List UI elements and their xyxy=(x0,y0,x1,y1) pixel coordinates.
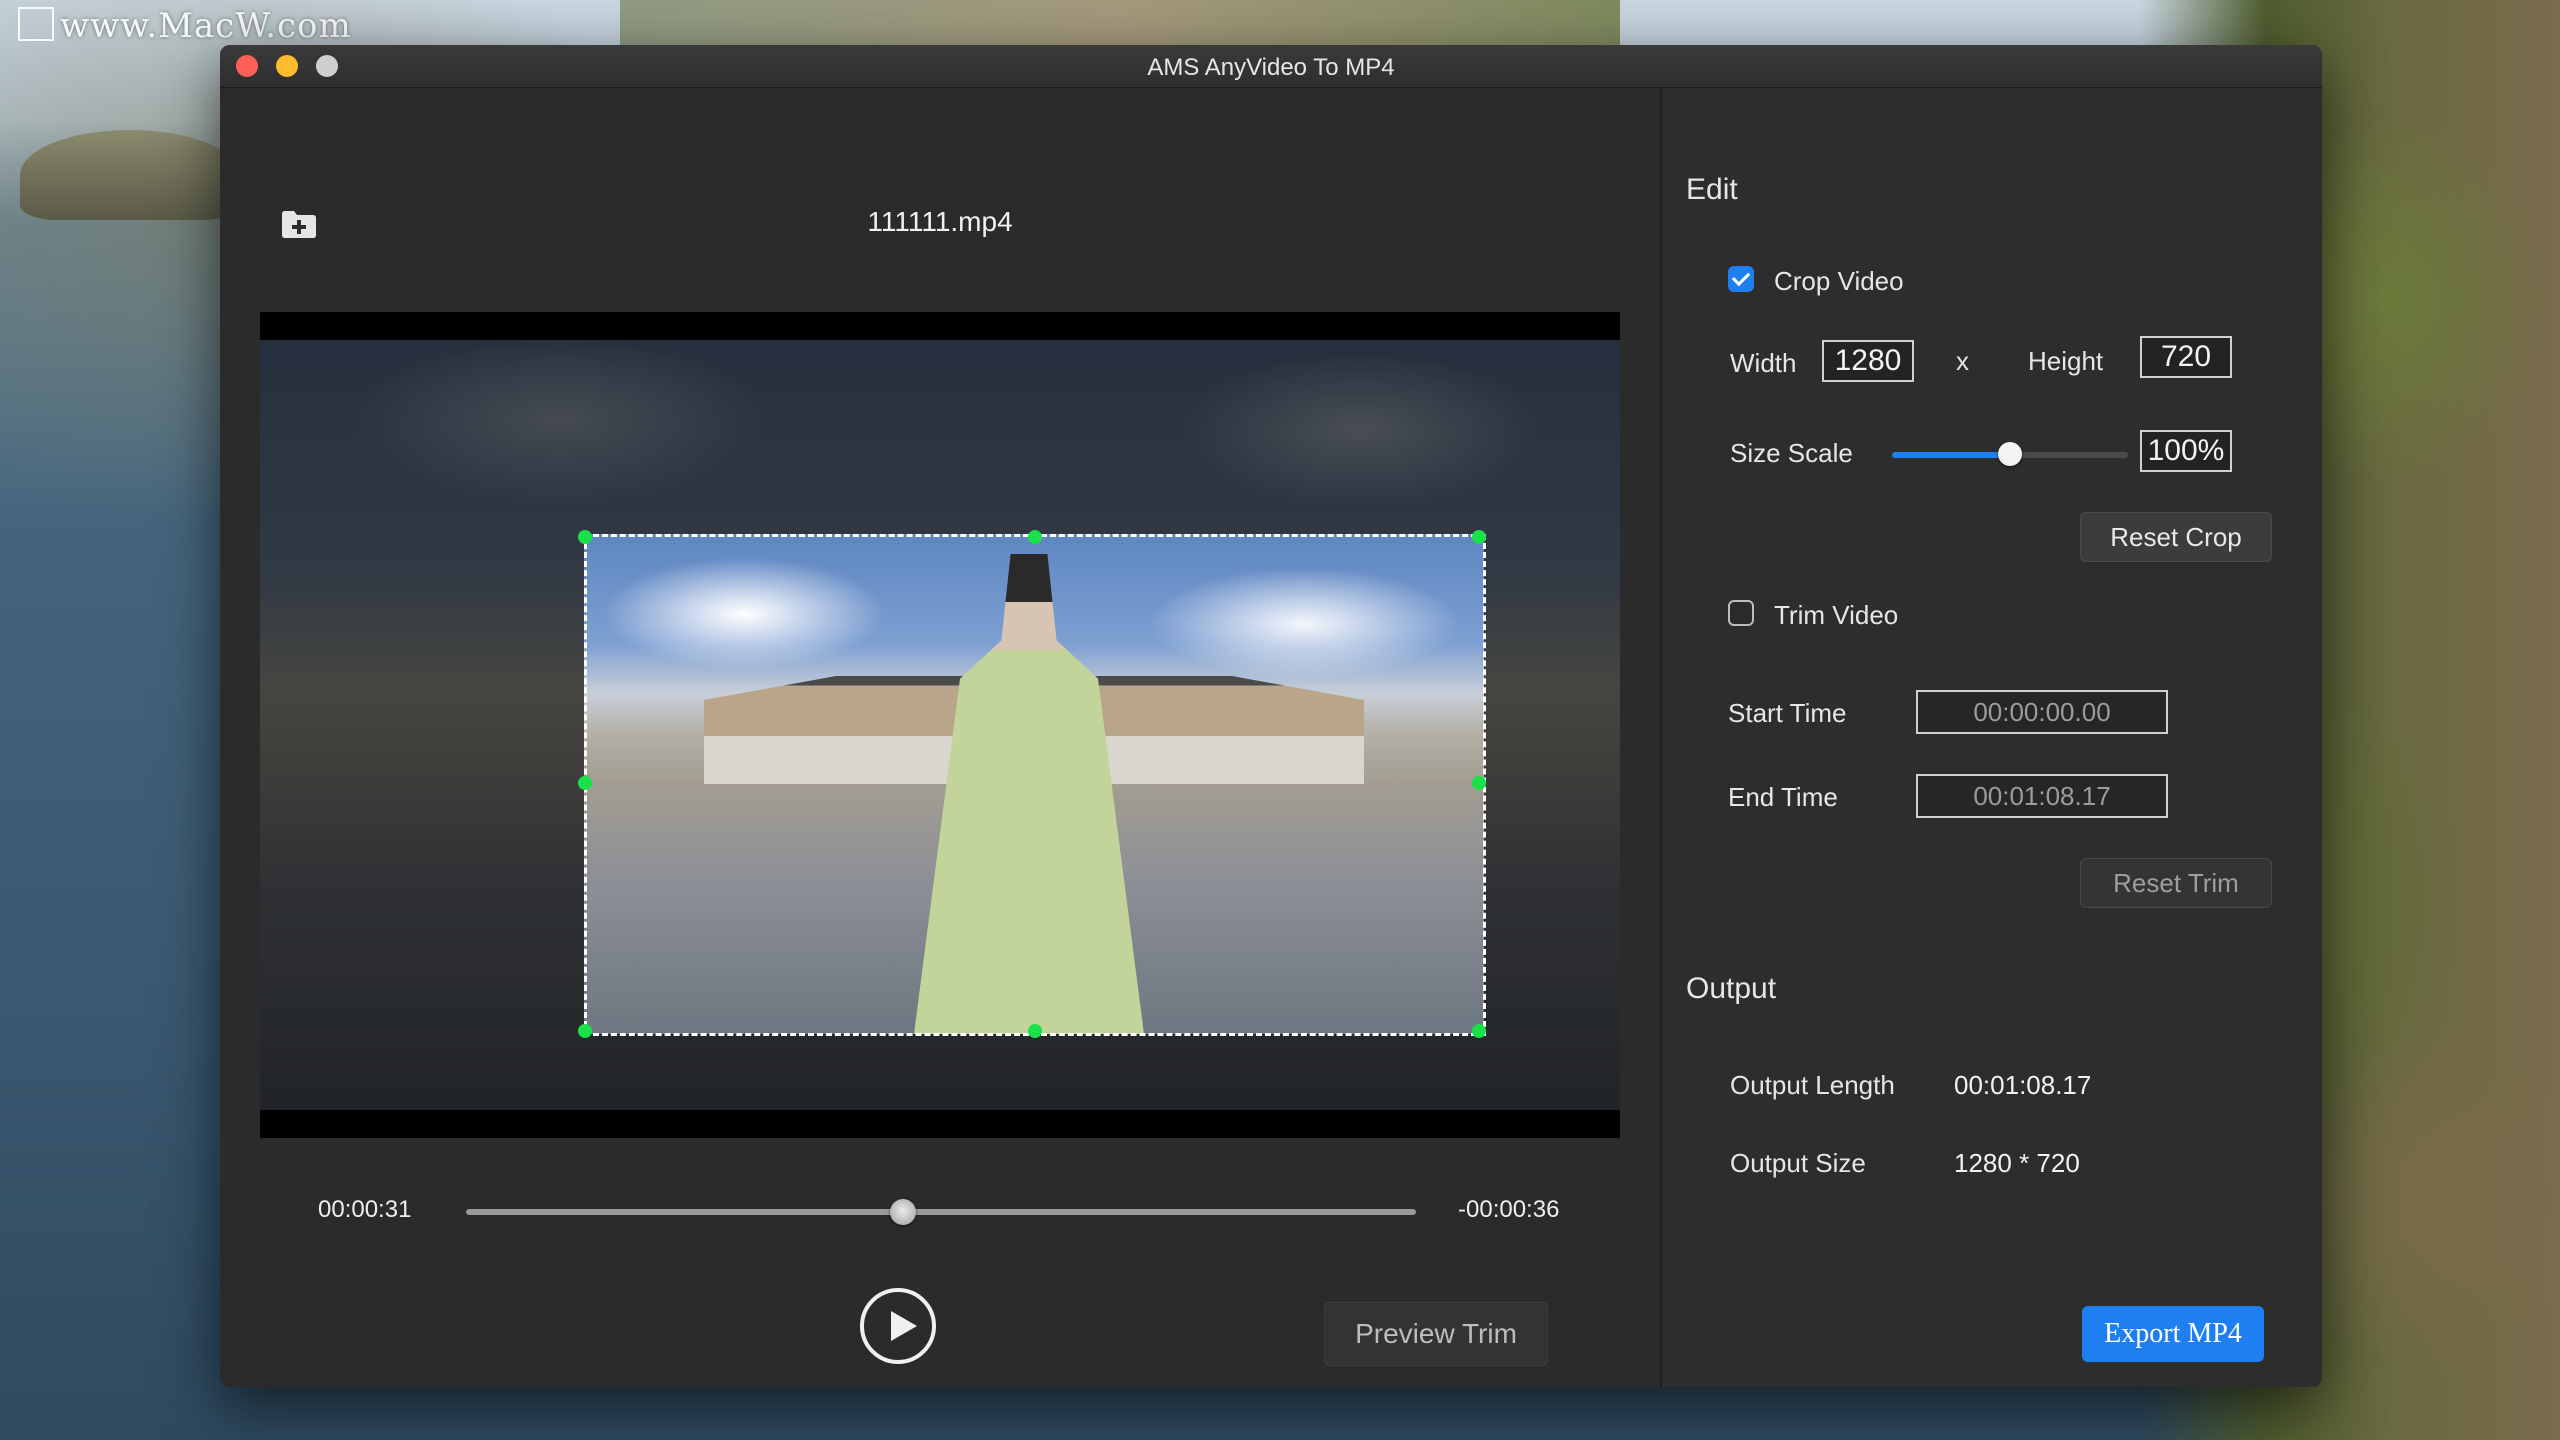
output-title: Output xyxy=(1686,972,1777,1005)
crop-handle-bottom-left[interactable] xyxy=(578,1024,592,1038)
height-label: Height xyxy=(2028,346,2104,376)
start-time-input[interactable]: 00:00:00.00 xyxy=(1916,690,2168,734)
crop-handle-top-left[interactable] xyxy=(578,530,592,544)
crop-handle-bottom-middle[interactable] xyxy=(1028,1024,1042,1038)
edit-title: Edit xyxy=(1686,173,1738,206)
crop-handle-bottom-right[interactable] xyxy=(1472,1024,1486,1038)
crop-selection-border[interactable] xyxy=(584,534,1486,1036)
crop-handle-middle-left[interactable] xyxy=(578,776,592,790)
end-time-input[interactable]: 00:01:08.17 xyxy=(1916,774,2168,818)
end-time-label: End Time xyxy=(1728,782,1838,812)
file-name: 111111.mp4 xyxy=(867,206,1013,237)
crop-handle-top-right[interactable] xyxy=(1472,530,1486,544)
size-scale-knob[interactable] xyxy=(1998,442,2022,466)
title-bar[interactable]: AMS AnyVideo To MP4 xyxy=(220,45,2322,88)
video-frame xyxy=(260,340,1620,1110)
edit-panel: Edit Crop Video Width 1280 x Height 720 … xyxy=(1662,88,2322,1387)
crop-video-label: Crop Video xyxy=(1774,266,1904,296)
crop-handle-top-middle[interactable] xyxy=(1028,530,1042,544)
size-scale-slider[interactable] xyxy=(1892,442,2128,466)
size-scale-label: Size Scale xyxy=(1730,438,1853,468)
remaining-time: -00:00:36 xyxy=(1458,1196,1560,1223)
playback-scrubber[interactable] xyxy=(466,1199,1416,1225)
output-size-label: Output Size xyxy=(1730,1148,1866,1178)
dimension-separator: x xyxy=(1956,346,1969,376)
preview-trim-button[interactable]: Preview Trim xyxy=(1324,1302,1548,1366)
trim-video-checkbox[interactable] xyxy=(1728,600,1754,626)
crop-handle-middle-right[interactable] xyxy=(1472,776,1486,790)
width-label: Width xyxy=(1730,348,1797,378)
watermark: www.MacW.com xyxy=(18,6,352,46)
size-scale-input[interactable]: 100% xyxy=(2140,430,2232,472)
start-time-label: Start Time xyxy=(1728,698,1847,728)
size-scale-fill xyxy=(1892,452,2010,458)
player-pane: 111111.mp4 00:00:31 -00:00:36 Preview Tr… xyxy=(220,88,1660,1387)
export-mp4-button[interactable]: Export MP4 xyxy=(2082,1306,2264,1362)
app-window: AMS AnyVideo To MP4 111111.mp4 00:00:31 … xyxy=(220,45,2322,1387)
output-size-value: 1280 * 720 xyxy=(1954,1148,2080,1178)
add-file-icon[interactable] xyxy=(280,208,318,240)
output-length-value: 00:01:08.17 xyxy=(1954,1070,2092,1100)
width-input[interactable]: 1280 xyxy=(1822,340,1914,382)
reset-trim-button[interactable]: Reset Trim xyxy=(2080,858,2272,908)
desktop-island xyxy=(20,130,240,220)
crop-video-checkbox[interactable] xyxy=(1728,266,1754,292)
trim-video-label: Trim Video xyxy=(1774,600,1899,630)
reset-crop-button[interactable]: Reset Crop xyxy=(2080,512,2272,562)
height-input[interactable]: 720 xyxy=(2140,336,2232,378)
scrubber-knob[interactable] xyxy=(890,1199,916,1225)
current-time: 00:00:31 xyxy=(318,1196,412,1223)
window-title: AMS AnyVideo To MP4 xyxy=(1147,54,1395,81)
watermark-logo-icon xyxy=(18,7,54,41)
play-button[interactable] xyxy=(860,1288,936,1364)
output-length-label: Output Length xyxy=(1730,1070,1895,1100)
video-preview xyxy=(260,312,1620,1138)
watermark-text: www.MacW.com xyxy=(60,6,352,46)
